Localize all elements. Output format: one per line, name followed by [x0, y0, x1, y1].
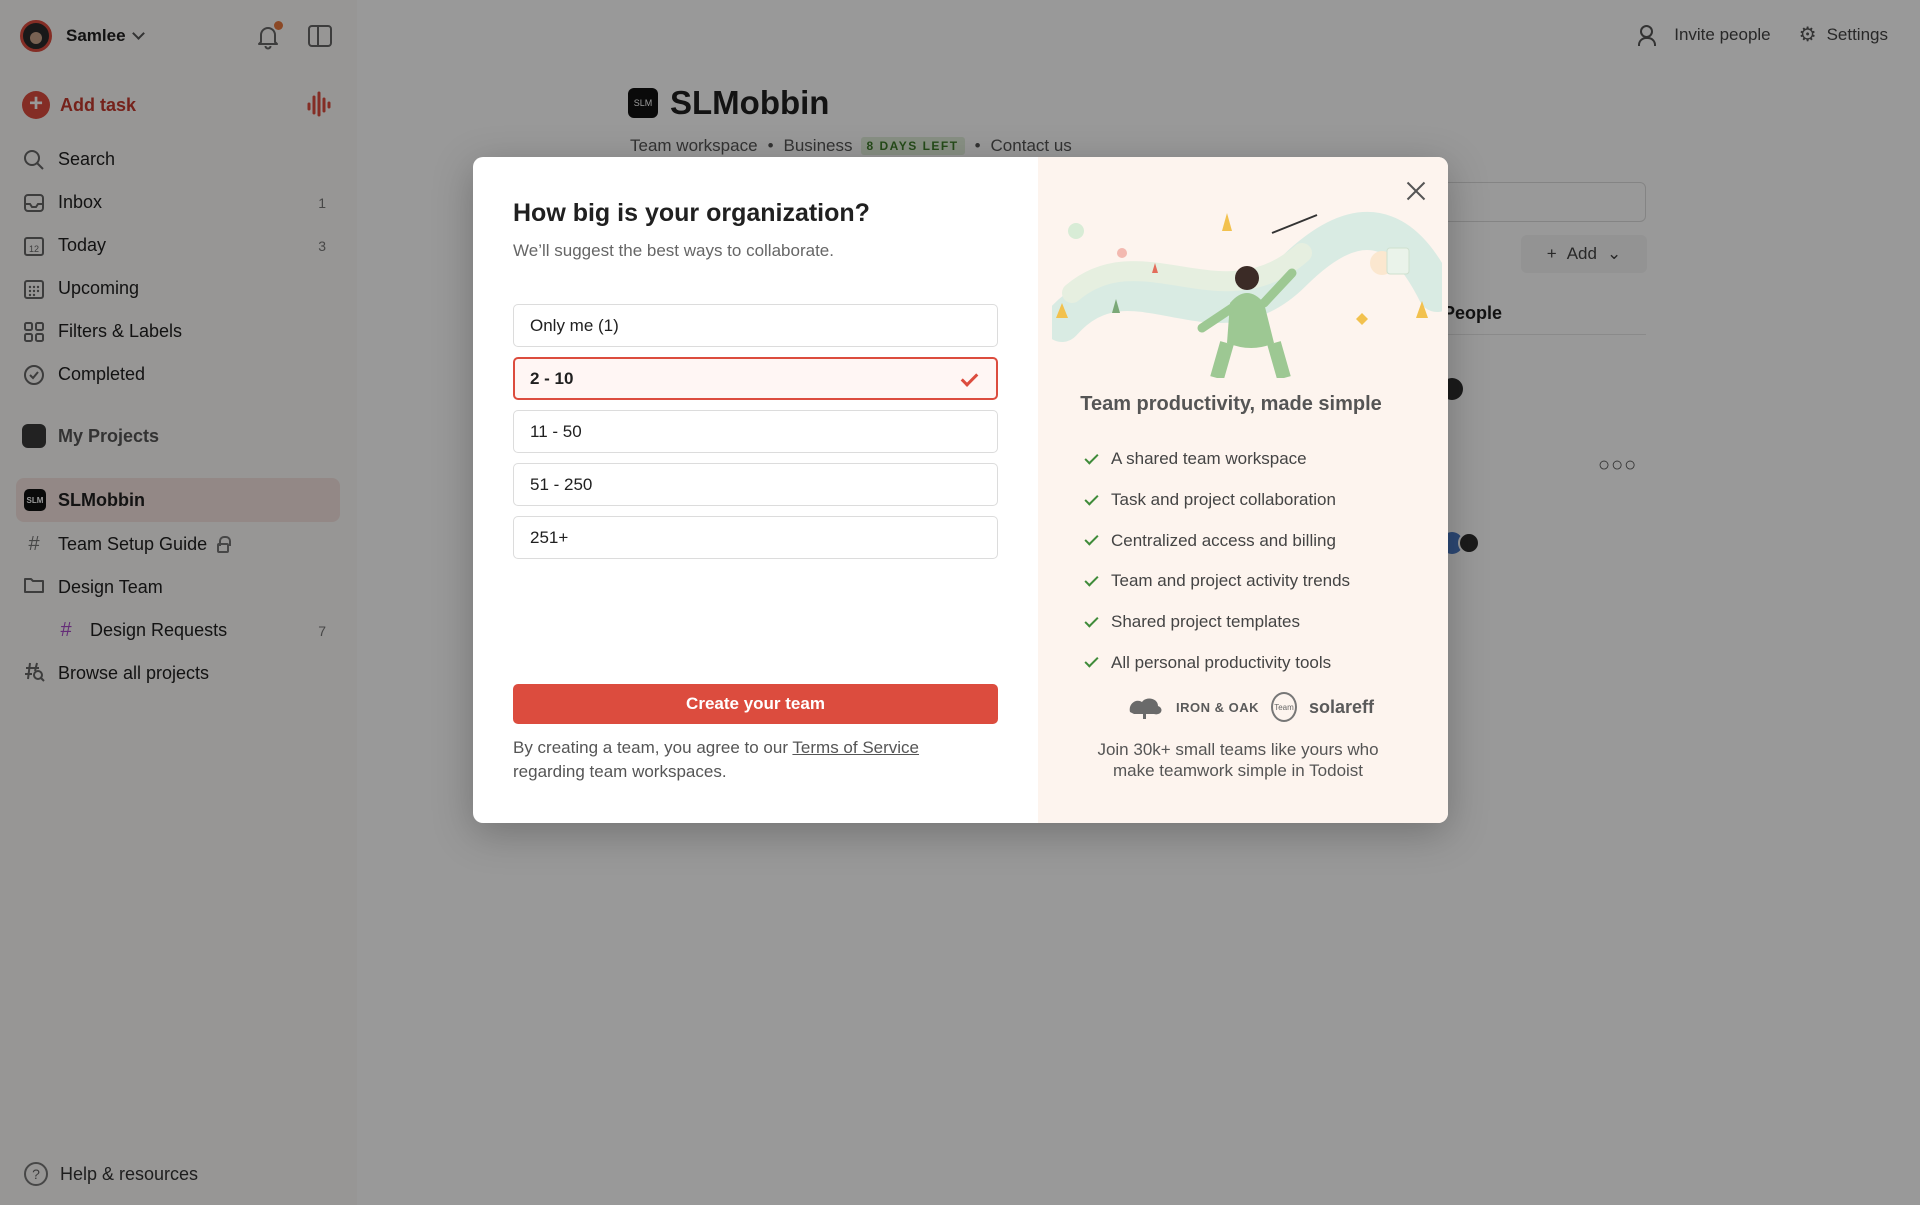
org-size-option[interactable]: 11 - 50 — [513, 410, 998, 453]
option-label: 11 - 50 — [530, 421, 582, 441]
org-size-option-selected[interactable]: 2 - 10 — [513, 357, 998, 400]
check-icon — [1084, 450, 1099, 465]
feature-label: Task and project collaboration — [1111, 490, 1336, 510]
feature-item: Task and project collaboration — [1084, 480, 1350, 521]
close-icon[interactable] — [1404, 179, 1428, 203]
customer-logos: IRON & OAK Team solareff — [1126, 692, 1374, 722]
team-logo: Team — [1271, 692, 1297, 722]
solareff-logo: solareff — [1309, 696, 1375, 717]
modal-form-panel: How big is your organization? We’ll sugg… — [473, 157, 1038, 823]
modal-subtitle: We’ll suggest the best ways to collabora… — [513, 241, 834, 260]
terms-suffix: regarding team workspaces. — [513, 762, 727, 781]
iron-oak-logo: IRON & OAK — [1176, 699, 1259, 715]
feature-label: All personal productivity tools — [1111, 652, 1332, 672]
feature-item: All personal productivity tools — [1084, 642, 1350, 683]
check-icon — [1084, 572, 1099, 587]
feature-label: Centralized access and billing — [1111, 530, 1336, 550]
modal-title: How big is your organization? — [513, 199, 870, 227]
join-text: Join 30k+ small teams like yours who mak… — [1097, 740, 1379, 780]
check-icon — [1084, 653, 1099, 668]
team-illustration — [1052, 212, 1442, 378]
check-icon — [1084, 531, 1099, 546]
org-size-option[interactable]: Only me (1) — [513, 304, 998, 347]
option-label: 251+ — [530, 527, 569, 547]
feature-label: Shared project templates — [1111, 612, 1300, 632]
feature-label: A shared team workspace — [1111, 449, 1307, 469]
org-size-option[interactable]: 51 - 250 — [513, 463, 998, 506]
feature-item: Shared project templates — [1084, 602, 1350, 643]
option-label: 51 - 250 — [530, 474, 593, 494]
org-size-modal: How big is your organization? We’ll sugg… — [473, 157, 1448, 823]
feature-item: A shared team workspace — [1084, 439, 1350, 480]
create-team-button[interactable]: Create your team — [513, 684, 998, 724]
info-title: Team productivity, made simple — [1080, 393, 1382, 415]
option-label: 2 - 10 — [530, 368, 574, 388]
org-size-option[interactable]: 251+ — [513, 516, 998, 559]
feature-item: Team and project activity trends — [1084, 561, 1350, 602]
terms-text: By creating a team, you agree to our Ter… — [513, 736, 983, 784]
checkmark-icon — [960, 369, 979, 387]
tree-logo-icon — [1129, 698, 1162, 719]
check-icon — [1084, 490, 1099, 506]
check-icon — [1084, 613, 1099, 628]
modal-info-panel: Team productivity, made simple A shared … — [1038, 157, 1448, 823]
org-size-options: Only me (1) 2 - 10 11 - 50 51 - 250 251+ — [513, 304, 998, 569]
feature-item: Centralized access and billing — [1084, 520, 1350, 561]
terms-of-service-link[interactable]: Terms of Service — [792, 738, 919, 757]
terms-prefix: By creating a team, you agree to our — [513, 738, 788, 757]
feature-label: Team and project activity trends — [1111, 571, 1351, 591]
feature-list: A shared team workspace Task and project… — [1084, 439, 1350, 683]
option-label: Only me (1) — [530, 315, 619, 335]
